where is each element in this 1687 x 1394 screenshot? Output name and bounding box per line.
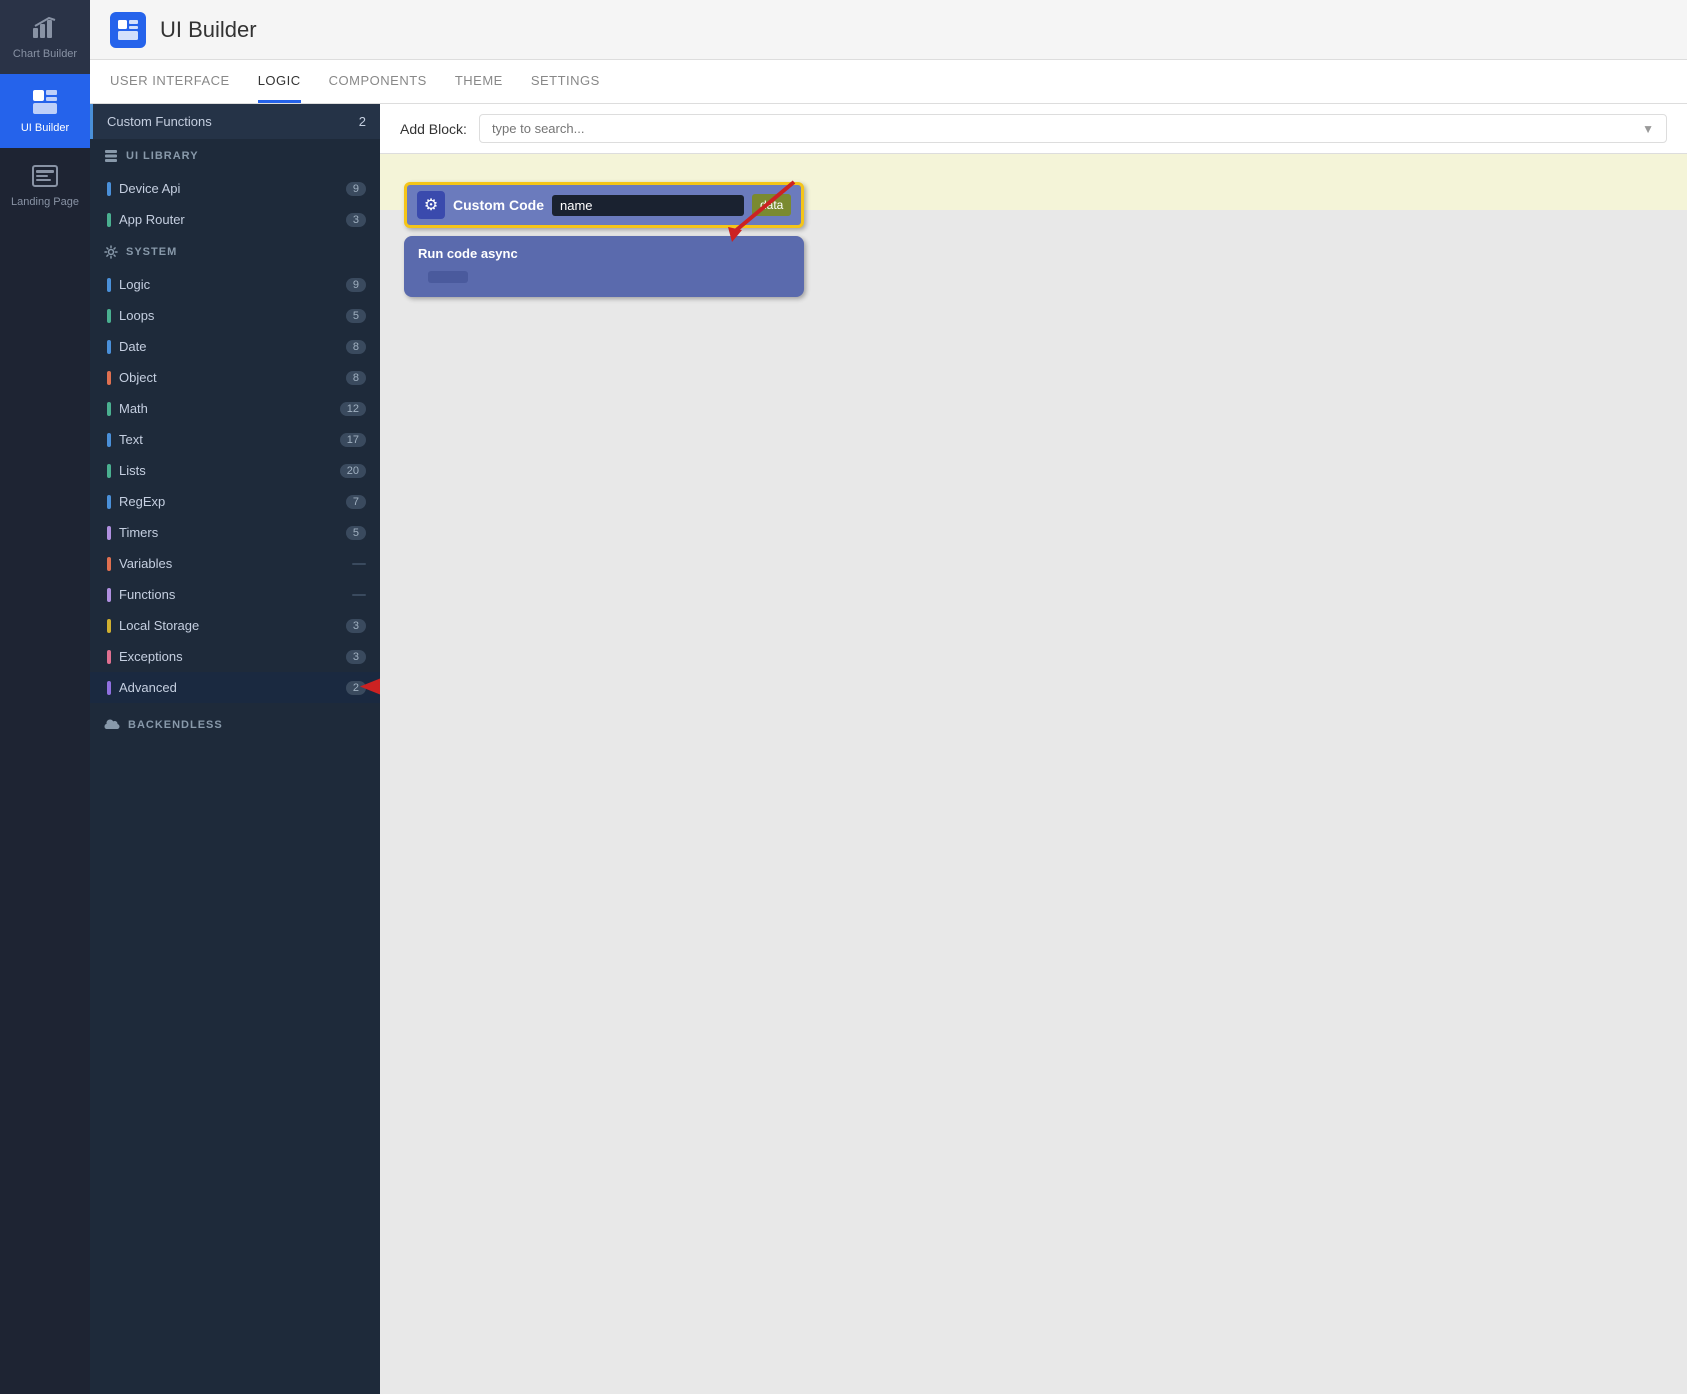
sidebar-item-exceptions[interactable]: Exceptions 3 bbox=[90, 641, 380, 672]
section-header-ui-library: UI LIBRARY bbox=[90, 139, 380, 173]
canvas-area: ⚙ Custom Code data Run code bbox=[380, 154, 1687, 1394]
device-api-color-bar bbox=[107, 182, 111, 196]
landing-page-icon bbox=[31, 162, 59, 190]
chart-icon bbox=[31, 14, 59, 42]
right-content: Add Block: ▼ ⚙ Custom Code data bbox=[380, 104, 1687, 1394]
block-name-field[interactable] bbox=[552, 195, 744, 216]
left-panel: Custom Functions 2 UI LIBRARY Device Api… bbox=[90, 104, 380, 1394]
sidebar-item-lists[interactable]: Lists 20 bbox=[90, 455, 380, 486]
sidebar-item-variables[interactable]: Variables bbox=[90, 548, 380, 579]
sidebar-item-chart-builder[interactable]: Chart Builder bbox=[0, 0, 90, 74]
blocks-container: ⚙ Custom Code data Run code bbox=[404, 182, 804, 297]
sidebar-item-timers[interactable]: Timers 5 bbox=[90, 517, 380, 548]
sidebar-item-regexp[interactable]: RegExp 7 bbox=[90, 486, 380, 517]
app-title: UI Builder bbox=[160, 17, 257, 43]
tab-user-interface[interactable]: USER INTERFACE bbox=[110, 61, 230, 103]
tab-settings[interactable]: SETTINGS bbox=[531, 61, 600, 103]
sidebar-item-landing-page[interactable]: Landing Page bbox=[0, 148, 90, 222]
block-gear-icon: ⚙ bbox=[417, 191, 445, 219]
top-header: UI Builder bbox=[90, 0, 1687, 60]
sidebar-item-object[interactable]: Object 8 bbox=[90, 362, 380, 393]
nav-tabs: USER INTERFACE LOGIC COMPONENTS THEME SE… bbox=[90, 60, 1687, 104]
add-block-label: Add Block: bbox=[400, 121, 467, 137]
tab-theme[interactable]: THEME bbox=[455, 61, 503, 103]
cloud-icon bbox=[104, 719, 120, 731]
custom-code-block[interactable]: ⚙ Custom Code data bbox=[404, 182, 804, 228]
add-block-bar: Add Block: ▼ bbox=[380, 104, 1687, 154]
tab-components[interactable]: COMPONENTS bbox=[329, 61, 427, 103]
sidebar-item-loops[interactable]: Loops 5 bbox=[90, 300, 380, 331]
custom-functions-badge: 2 bbox=[359, 114, 366, 129]
ui-builder-icon bbox=[31, 88, 59, 116]
block-label: Custom Code bbox=[453, 197, 544, 213]
main-area: UI Builder USER INTERFACE LOGIC COMPONEN… bbox=[90, 0, 1687, 1394]
sidebar-item-ui-builder[interactable]: UI Builder bbox=[0, 74, 90, 148]
header-icon bbox=[110, 12, 146, 48]
sidebar-item-device-api[interactable]: Device Api 9 bbox=[90, 173, 380, 204]
tab-logic[interactable]: LOGIC bbox=[258, 61, 301, 103]
sidebar-item-chart-builder-label: Chart Builder bbox=[13, 48, 77, 60]
block-data-tab[interactable]: data bbox=[752, 194, 791, 216]
sidebar-item-logic[interactable]: Logic 9 bbox=[90, 269, 380, 300]
sidebar-item-custom-functions[interactable]: Custom Functions 2 bbox=[90, 104, 380, 139]
section-header-system: SYSTEM bbox=[90, 235, 380, 269]
section-header-backendless: BACKENDLESS bbox=[90, 709, 380, 741]
icon-sidebar: Chart Builder UI Builder Landing Page bbox=[0, 0, 90, 1394]
run-code-block[interactable]: Run code async bbox=[404, 236, 804, 297]
add-block-search-input[interactable] bbox=[492, 121, 1642, 136]
dropdown-arrow-icon: ▼ bbox=[1642, 122, 1654, 136]
sidebar-item-app-router[interactable]: App Router 3 bbox=[90, 204, 380, 235]
sidebar-item-functions[interactable]: Functions bbox=[90, 579, 380, 610]
app-router-badge: 3 bbox=[346, 213, 366, 227]
sidebar-item-local-storage[interactable]: Local Storage 3 bbox=[90, 610, 380, 641]
sidebar-item-advanced[interactable]: Advanced 2 bbox=[90, 672, 380, 703]
gear-section-icon bbox=[104, 245, 118, 259]
add-block-search-container[interactable]: ▼ bbox=[479, 114, 1667, 143]
device-api-badge: 9 bbox=[346, 182, 366, 196]
sidebar-item-text[interactable]: Text 17 bbox=[90, 424, 380, 455]
custom-functions-label: Custom Functions bbox=[107, 114, 212, 129]
sidebar-item-ui-builder-label: UI Builder bbox=[21, 122, 69, 134]
content-area: Custom Functions 2 UI LIBRARY Device Api… bbox=[90, 104, 1687, 1394]
app-router-color-bar bbox=[107, 213, 111, 227]
sidebar-item-date[interactable]: Date 8 bbox=[90, 331, 380, 362]
stack-icon bbox=[104, 149, 118, 163]
run-code-text: Run code async bbox=[418, 246, 790, 261]
sidebar-item-math[interactable]: Math 12 bbox=[90, 393, 380, 424]
run-code-notch bbox=[428, 271, 468, 283]
sidebar-item-landing-page-label: Landing Page bbox=[11, 196, 79, 208]
